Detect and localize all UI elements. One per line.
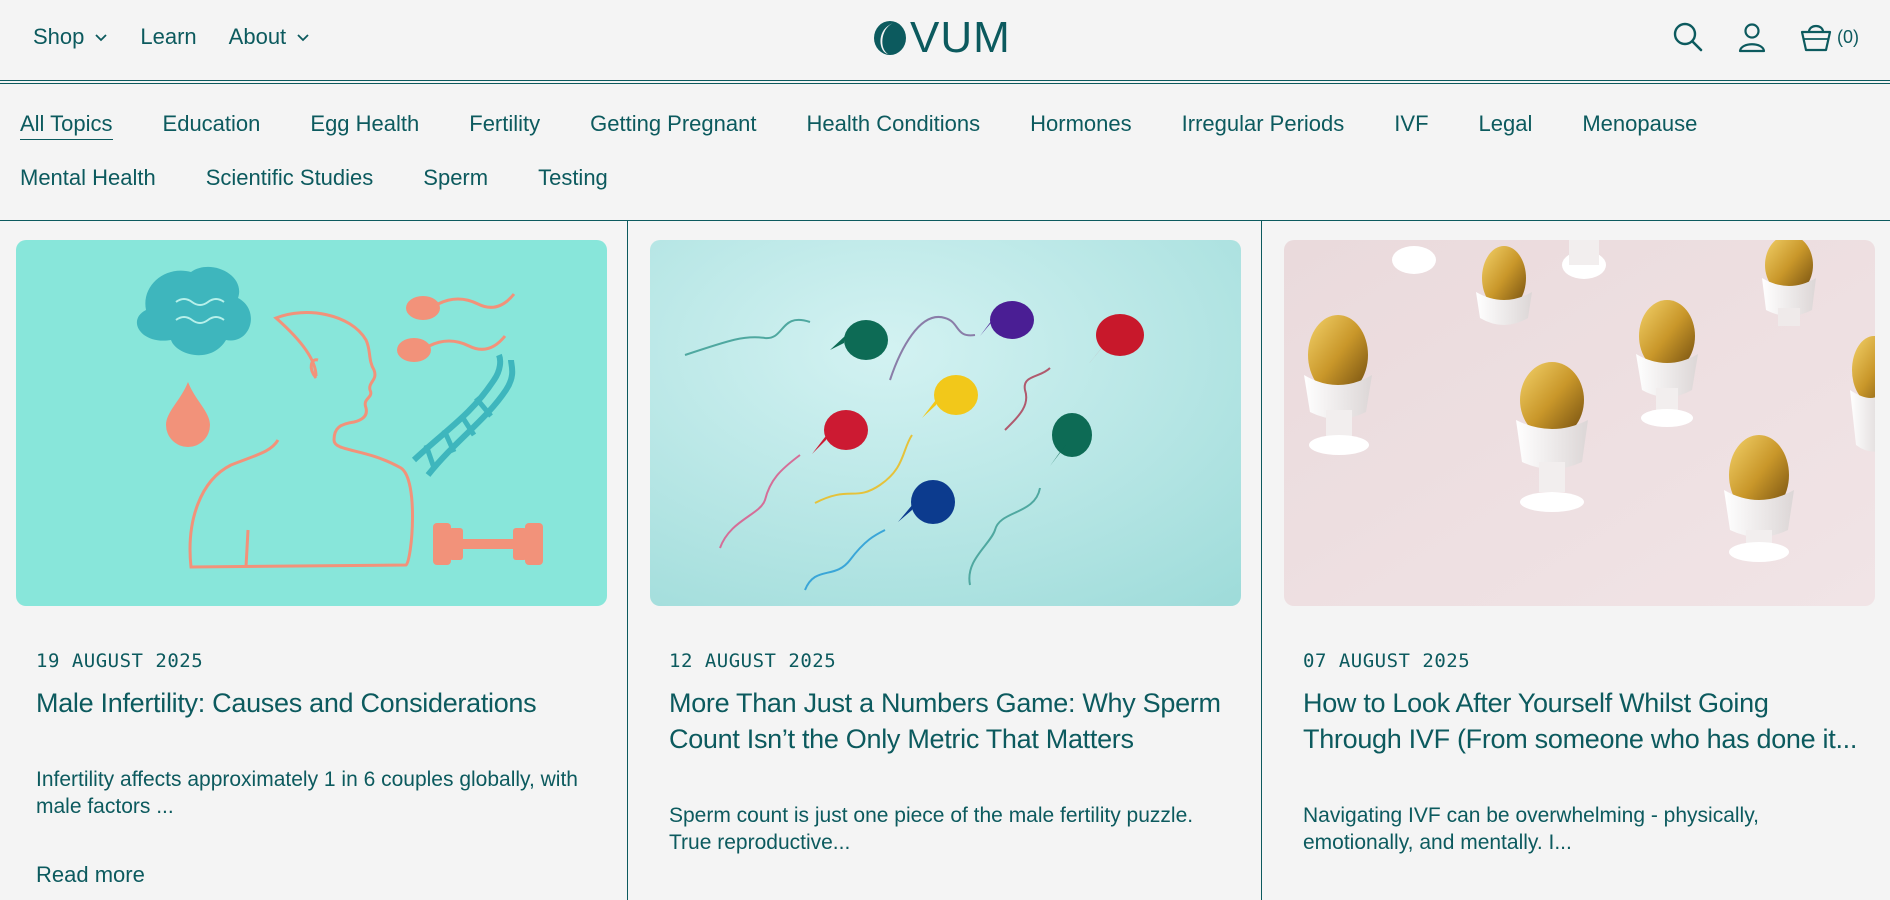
- topic-irregular-periods[interactable]: Irregular Periods: [1182, 111, 1345, 140]
- topic-menopause[interactable]: Menopause: [1582, 111, 1697, 140]
- chevron-down-icon: [95, 34, 108, 42]
- site-header: Shop Learn About VUM (0): [0, 0, 1890, 84]
- topic-education[interactable]: Education: [163, 111, 261, 140]
- main-nav: Shop Learn About: [33, 24, 310, 50]
- article-title[interactable]: How to Look After Yourself Whilst Going …: [1303, 685, 1873, 757]
- article-card: 12 AUGUST 2025 More Than Just a Numbers …: [628, 221, 1262, 900]
- article-date: 12 AUGUST 2025: [669, 650, 837, 672]
- topic-row: Mental Health Scientific Studies Sperm T…: [20, 165, 608, 193]
- topic-legal[interactable]: Legal: [1479, 111, 1533, 140]
- nav-learn[interactable]: Learn: [140, 24, 196, 50]
- topic-testing[interactable]: Testing: [538, 165, 608, 193]
- logo-o-mark: [874, 21, 906, 55]
- nav-learn-label: Learn: [140, 24, 197, 49]
- article-card: 07 AUGUST 2025 How to Look After Yoursel…: [1262, 221, 1890, 900]
- topic-hormones[interactable]: Hormones: [1030, 111, 1131, 140]
- chevron-down-icon: [297, 34, 309, 42]
- topic-filter: All Topics Education Egg Health Fertilit…: [0, 84, 1890, 221]
- search-icon: [1673, 22, 1703, 52]
- article-image-balloons[interactable]: [650, 240, 1241, 606]
- article-excerpt: Sperm count is just one piece of the mal…: [669, 804, 1194, 854]
- article-card: 19 AUGUST 2025 Male Infertility: Causes …: [0, 221, 628, 900]
- read-more-link[interactable]: Read more: [36, 862, 145, 888]
- topic-fertility[interactable]: Fertility: [469, 111, 540, 140]
- topic-mental-health[interactable]: Mental Health: [20, 165, 156, 193]
- cart-button[interactable]: (0): [1799, 21, 1859, 53]
- search-button[interactable]: [1671, 20, 1705, 54]
- nav-about[interactable]: About: [229, 24, 311, 50]
- article-image-golden-eggs[interactable]: [1284, 240, 1875, 606]
- topic-sperm[interactable]: Sperm: [423, 165, 488, 193]
- nav-shop-label: Shop: [33, 24, 85, 49]
- topic-health-conditions[interactable]: Health Conditions: [806, 111, 980, 140]
- topic-egg-health[interactable]: Egg Health: [310, 111, 419, 140]
- article-image-male-illustration[interactable]: [16, 240, 607, 606]
- topic-getting-pregnant[interactable]: Getting Pregnant: [590, 111, 756, 140]
- cart-count: (0): [1837, 26, 1859, 47]
- article-date: 19 AUGUST 2025: [36, 650, 204, 672]
- topic-scientific-studies[interactable]: Scientific Studies: [206, 165, 374, 193]
- header-actions: (0): [1671, 20, 1859, 54]
- article-excerpt: Navigating IVF can be overwhelming - phy…: [1303, 804, 1759, 854]
- nav-shop[interactable]: Shop: [33, 24, 108, 50]
- article-title[interactable]: Male Infertility: Causes and Considerati…: [36, 685, 606, 721]
- topic-ivf[interactable]: IVF: [1394, 111, 1428, 140]
- ovum-logo[interactable]: VUM: [872, 14, 1011, 62]
- topic-all-topics[interactable]: All Topics: [20, 111, 113, 140]
- article-title[interactable]: More Than Just a Numbers Game: Why Sperm…: [669, 685, 1239, 757]
- cart-icon: [1800, 24, 1832, 52]
- account-button[interactable]: [1735, 20, 1769, 54]
- article-excerpt: Infertility affects approximately 1 in 6…: [36, 768, 578, 818]
- article-grid: 19 AUGUST 2025 Male Infertility: Causes …: [0, 221, 1890, 900]
- article-date: 07 AUGUST 2025: [1303, 650, 1471, 672]
- nav-about-label: About: [228, 24, 287, 49]
- topic-row: All Topics Education Egg Health Fertilit…: [20, 111, 1697, 140]
- logo-text: VUM: [910, 13, 1011, 62]
- account-icon: [1738, 23, 1766, 53]
